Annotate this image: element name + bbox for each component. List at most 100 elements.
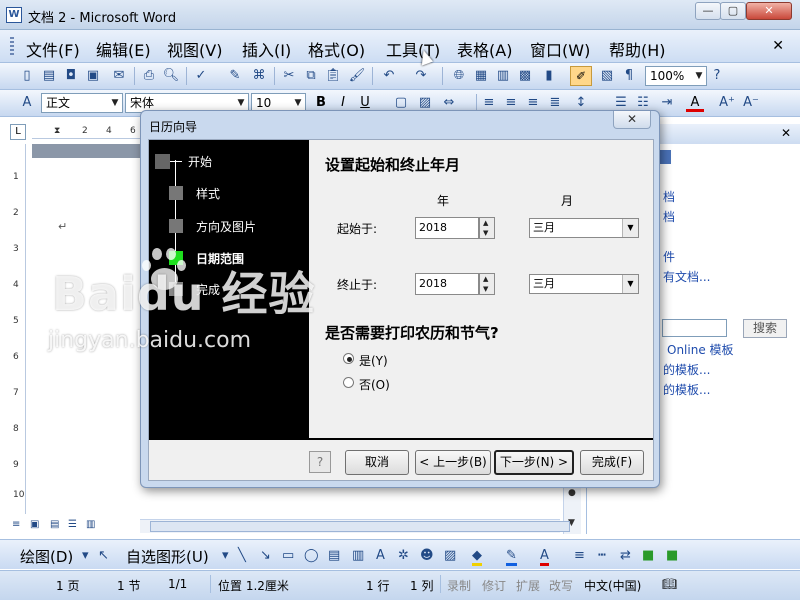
permission-icon[interactable]: ▣ (84, 67, 102, 85)
textbox-icon[interactable]: ▤ (328, 548, 340, 563)
end-year-input[interactable]: 2018 (415, 273, 479, 295)
spin-up-icon[interactable]: ▲ (483, 219, 488, 227)
menu-edit[interactable]: 编辑(E) (96, 37, 151, 61)
cancel-button[interactable]: 取消 (345, 450, 409, 475)
scroll-browse-object-icon[interactable]: ● (568, 488, 576, 498)
back-button[interactable]: < 上一步(B) (415, 450, 491, 475)
start-year-spinner[interactable]: ▲ ▼ (479, 217, 495, 239)
menu-format[interactable]: 格式(O) (308, 37, 365, 61)
open-folder-icon[interactable]: ▤ (40, 67, 58, 85)
autoshapes-button[interactable]: 自选图形(U) (126, 546, 209, 567)
status-extend[interactable]: 扩展 (516, 577, 540, 594)
show-hide-icon[interactable]: ¶ (620, 67, 638, 85)
task-pane-link[interactable]: 档 (663, 208, 675, 225)
draw-menu-button[interactable]: 绘图(D) (20, 546, 73, 567)
chevron-down-icon[interactable]: ▼ (692, 67, 706, 85)
status-overtype[interactable]: 改写 (549, 577, 573, 594)
minimize-button[interactable]: — (695, 2, 721, 20)
arrow-style-icon[interactable]: ⇄ (620, 548, 631, 563)
task-pane-link[interactable]: 的模板... (663, 361, 710, 378)
search-button[interactable]: 搜索 (743, 319, 787, 338)
vertical-textbox-icon[interactable]: ▥ (352, 548, 364, 563)
task-pane-link[interactable]: 的模板... (663, 381, 710, 398)
status-record[interactable]: 录制 (447, 577, 471, 594)
ruler-indent-icon[interactable]: ⧗ (54, 126, 60, 136)
email-icon[interactable]: ✉ (110, 67, 128, 85)
vertical-ruler[interactable]: 1 2 3 4 5 6 7 8 9 10 (10, 144, 26, 514)
line-icon[interactable]: ╲ (238, 548, 246, 563)
fill-color-icon[interactable]: ◆ (472, 548, 482, 566)
dialog-close-button[interactable]: ✕ (613, 111, 651, 129)
wordart-icon[interactable]: A (376, 548, 385, 563)
dash-style-icon[interactable]: ┅ (598, 548, 606, 563)
chevron-down-icon[interactable]: ▼ (108, 94, 122, 112)
indent-icon[interactable]: ⇥ (658, 94, 676, 112)
font-color-icon[interactable]: A (686, 94, 704, 112)
end-year-spinner[interactable]: ▲ ▼ (479, 273, 495, 295)
spin-up-icon[interactable]: ▲ (483, 275, 488, 283)
print-layout-icon[interactable]: ▤ (50, 519, 59, 530)
spelling-status-icon[interactable]: 📖︎ (662, 577, 677, 591)
outline-view-icon[interactable]: ☰ (68, 519, 77, 530)
copy-icon[interactable]: ⧉ (302, 67, 320, 85)
tab-selector[interactable]: L (10, 124, 26, 140)
menu-window[interactable]: 窗口(W) (530, 37, 590, 61)
diagram-icon[interactable]: ✲ (398, 548, 409, 563)
insert-table-icon[interactable]: ▥ (494, 67, 512, 85)
chevron-down-icon[interactable]: ▾ (82, 548, 89, 563)
task-pane-close-icon[interactable]: ✕ (781, 126, 791, 140)
translate-icon[interactable]: ⌘ (250, 67, 268, 85)
grow-font-icon[interactable]: A⁺ (718, 94, 736, 112)
new-document-icon[interactable]: ▯ (18, 67, 36, 85)
task-pane-link[interactable]: 件 (663, 248, 675, 265)
shrink-font-icon[interactable]: A⁻ (742, 94, 760, 112)
line-style-icon[interactable]: ≡ (574, 548, 585, 563)
spelling-icon[interactable]: ✓ (192, 67, 210, 85)
next-button[interactable]: 下一步(N) > (494, 450, 574, 475)
wizard-help-button[interactable]: ? (309, 451, 331, 473)
start-month-select[interactable]: 三月 ▼ (529, 218, 639, 238)
zoom-combo[interactable]: 100% ▼ (645, 66, 707, 86)
end-month-select[interactable]: 三月 ▼ (529, 274, 639, 294)
columns-icon[interactable]: ▮ (540, 67, 558, 85)
task-pane-link[interactable]: 有文档... (663, 268, 710, 285)
normal-view-icon[interactable]: ≡ (12, 519, 20, 530)
template-search-input[interactable] (662, 319, 727, 337)
horizontal-scrollbar[interactable] (140, 519, 570, 533)
spin-down-icon[interactable]: ▼ (483, 285, 488, 293)
window-titlebar[interactable]: W 文档 2 - Microsoft Word — ▢ ✕ (0, 0, 800, 30)
start-year-input[interactable]: 2018 (415, 217, 479, 239)
menu-help[interactable]: 帮助(H) (609, 37, 666, 61)
document-close-icon[interactable]: ✕ (772, 38, 784, 54)
hyperlink-icon[interactable]: 🌐︎ (450, 67, 468, 85)
restore-button[interactable]: ▢ (720, 2, 746, 20)
redo-icon[interactable]: ↷ (412, 67, 430, 85)
chevron-down-icon[interactable]: ▾ (222, 548, 229, 563)
reading-view-icon[interactable]: ▥ (86, 519, 95, 530)
finish-button[interactable]: 完成(F) (580, 450, 644, 475)
scroll-thumb[interactable] (150, 521, 570, 532)
document-map-icon[interactable]: ▧ (598, 67, 616, 85)
oval-icon[interactable]: ◯ (304, 548, 319, 563)
window-close-button[interactable]: ✕ (746, 2, 792, 20)
menu-table[interactable]: 表格(A) (457, 37, 512, 61)
rectangle-icon[interactable]: ▭ (282, 548, 294, 563)
insert-excel-icon[interactable]: ▩ (516, 67, 534, 85)
menu-insert[interactable]: 插入(I) (242, 37, 291, 61)
line-color-icon[interactable]: ✎ (506, 548, 517, 566)
print-preview-icon[interactable]: 🔍︎ (162, 67, 180, 85)
tables-borders-icon[interactable]: ▦ (472, 67, 490, 85)
menu-grip-icon[interactable] (10, 37, 14, 57)
shadow-icon[interactable]: ■ (642, 548, 654, 563)
clipart-icon[interactable]: ☻ (420, 548, 434, 563)
arrow-icon[interactable]: ↘ (260, 548, 271, 563)
cut-icon[interactable]: ✂ (280, 67, 298, 85)
format-painter-icon[interactable]: 🖌︎ (348, 67, 366, 85)
help-icon[interactable]: ? (708, 67, 726, 85)
task-pane-link[interactable]: Online 模板 (667, 341, 734, 358)
paste-icon[interactable]: 📋︎ (324, 67, 342, 85)
menu-view[interactable]: 视图(V) (167, 37, 222, 61)
chevron-down-icon[interactable]: ▼ (622, 219, 638, 237)
print-icon[interactable]: ⎙ (140, 67, 158, 85)
menu-file[interactable]: 文件(F) (26, 37, 80, 61)
